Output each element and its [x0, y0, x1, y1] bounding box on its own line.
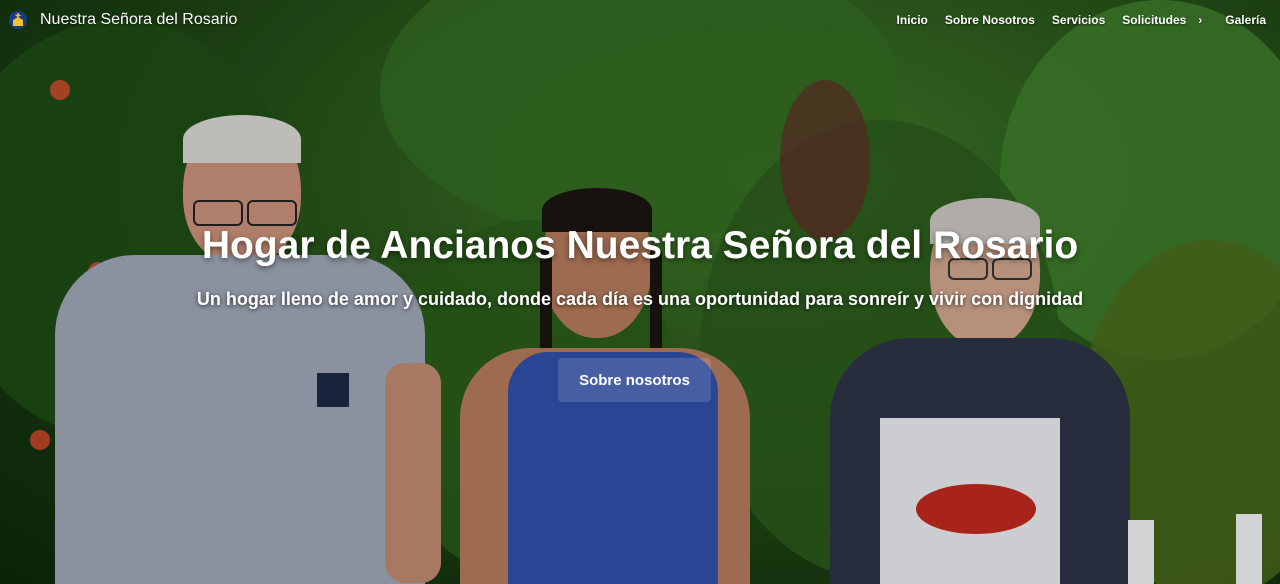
nav-item-servicios[interactable]: Servicios	[1052, 13, 1105, 27]
hero-subtitle: Un hogar lleno de amor y cuidado, donde …	[196, 289, 1084, 309]
hero-title: Hogar de Ancianos Nuestra Señora del Ros…	[201, 224, 1079, 267]
brand-name[interactable]: Nuestra Señora del Rosario	[40, 11, 237, 29]
nav-item-sobre-nosotros[interactable]: Sobre Nosotros	[945, 13, 1035, 27]
nav-item-inicio[interactable]: Inicio	[897, 13, 928, 27]
about-us-button[interactable]: Sobre nosotros	[558, 358, 711, 402]
nav-item-solicitudes[interactable]: Solicitudes ›	[1122, 13, 1208, 27]
chevron-right-icon[interactable]: ›	[1198, 13, 1202, 27]
nav-item-galeria[interactable]: Galería	[1225, 13, 1266, 27]
navbar: Nuestra Señora del Rosario Inicio Sobre …	[0, 0, 1280, 42]
church-logo-icon	[9, 11, 27, 29]
brand[interactable]: Nuestra Señora del Rosario	[8, 10, 237, 30]
nav-item-solicitudes-label: Solicitudes	[1122, 13, 1187, 27]
nav-menu: Inicio Sobre Nosotros Servicios Solicitu…	[880, 13, 1266, 27]
